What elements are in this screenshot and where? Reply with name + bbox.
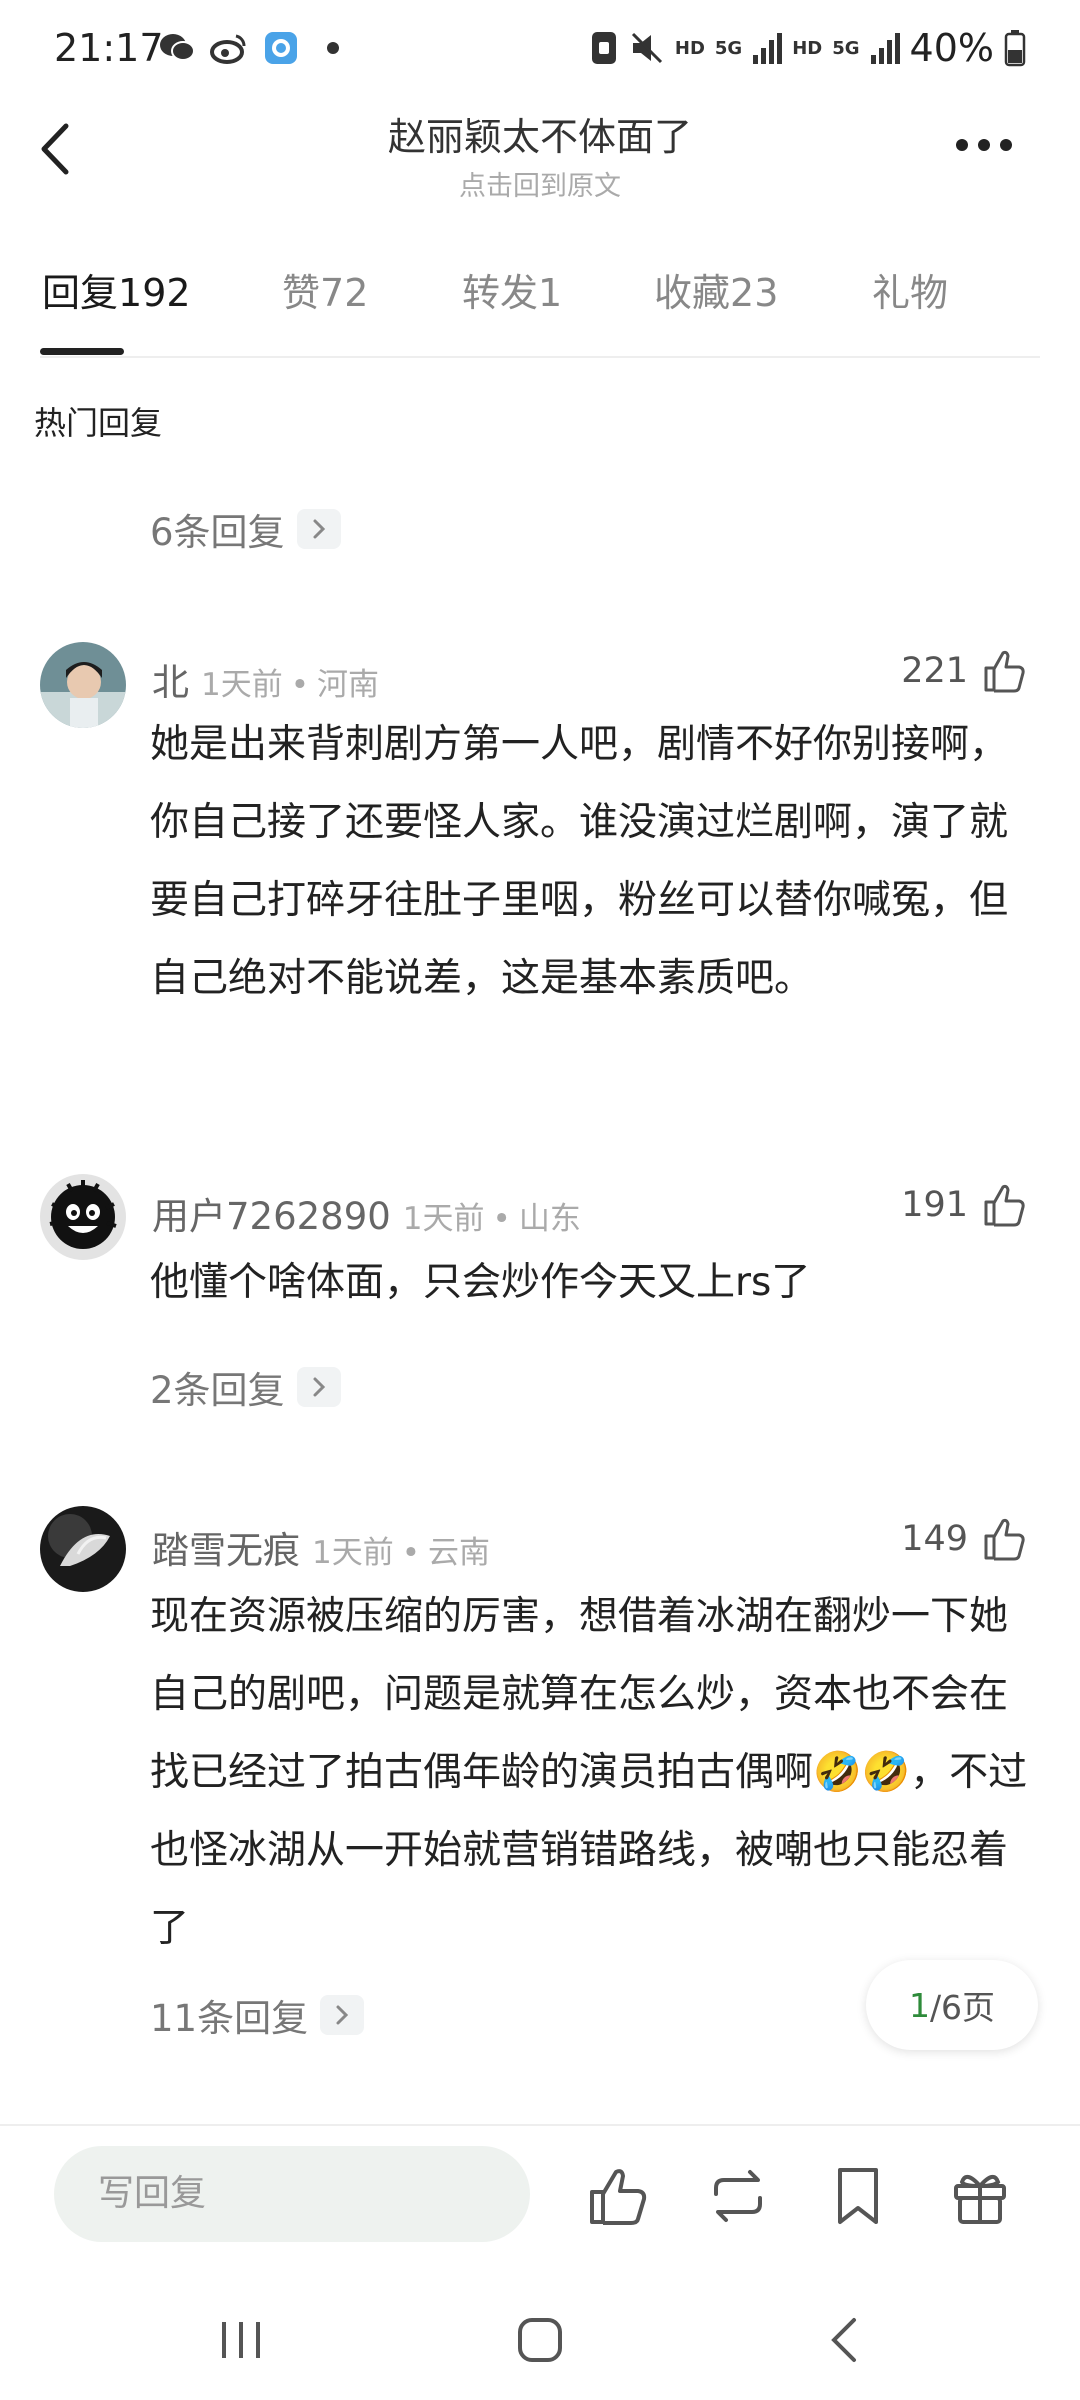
- comment-username[interactable]: 用户7262890 1天前 • 山东: [152, 1186, 581, 1240]
- 5g-label-2: 5G: [832, 37, 860, 59]
- meta-separator: •: [492, 1201, 511, 1237]
- dot-icon: [327, 42, 339, 54]
- repost-icon[interactable]: [706, 2164, 770, 2228]
- system-nav-bar: [0, 2270, 1080, 2400]
- chevron-right-icon: [296, 509, 341, 549]
- header: 赵丽颖太不体面了 点击回到原文: [0, 100, 1080, 210]
- view-replies-link[interactable]: 2条回复: [150, 1360, 341, 1414]
- status-right-icons: HD 5G HD 5G 40%: [589, 26, 1026, 70]
- battery-icon: [1004, 30, 1026, 67]
- sim-icon: [591, 32, 616, 64]
- tab-gifts-label: 礼物: [872, 271, 949, 315]
- tab-replies-label: 回复: [42, 271, 119, 315]
- view-replies-label: 11条回复: [150, 1997, 309, 2040]
- tab-likes-count: 72: [320, 271, 369, 315]
- comment-username[interactable]: 踏雪无痕 1天前 • 云南: [152, 1520, 490, 1574]
- recent-apps-icon[interactable]: [206, 2310, 276, 2370]
- comment-location: 云南: [428, 1535, 491, 1571]
- reply-input[interactable]: 写回复: [54, 2146, 530, 2242]
- tab-likes[interactable]: 赞72: [282, 262, 368, 317]
- tab-reposts-count: 1: [538, 271, 563, 315]
- comment-time: 1天前: [201, 667, 283, 703]
- tab-replies-count: 192: [118, 271, 191, 315]
- hot-replies-heading: 热门回复: [34, 404, 163, 442]
- weibo-icon: [210, 34, 246, 64]
- home-icon[interactable]: [505, 2310, 575, 2370]
- total-pages: /6页: [929, 1988, 996, 2027]
- thumbs-up-icon: [984, 650, 1025, 693]
- signal-icon-2: [870, 33, 900, 64]
- view-replies-link[interactable]: 6条回复: [150, 502, 341, 556]
- gift-icon[interactable]: [948, 2164, 1012, 2228]
- view-replies-label: 2条回复: [150, 1369, 285, 1412]
- tab-reposts-label: 转发: [462, 271, 539, 315]
- avatar[interactable]: [40, 1506, 126, 1592]
- wechat-icon: [160, 34, 195, 61]
- tab-bar: 回复192 赞72 转发1 收藏23 礼物: [40, 262, 1040, 358]
- comment-text: 现在资源被压缩的厉害，想借着冰湖在翻炒一下她自己的剧吧，问题是就算在怎么炒，资本…: [150, 1594, 1028, 1951]
- signal-icon: [753, 33, 783, 64]
- tab-replies[interactable]: 回复192: [42, 262, 191, 317]
- current-page: 1: [908, 1985, 930, 2025]
- like-count: 221: [901, 651, 968, 691]
- active-tab-indicator: [40, 348, 124, 355]
- tab-likes-label: 赞: [282, 271, 321, 315]
- status-bar: 21:17 HD 5G HD 5G 40%: [0, 0, 1080, 100]
- bottom-action-bar: 写回复: [0, 2124, 1080, 2270]
- thumbs-up-icon: [984, 1518, 1025, 1561]
- pagination-indicator[interactable]: 1/6页: [866, 1960, 1038, 2050]
- comment-text: 她是出来背刺剧方第一人吧，剧情不好你别接啊，你自己接了还要怪人家。谁没演过烂剧啊…: [150, 722, 1009, 1001]
- tab-favorites-label: 收藏: [654, 271, 731, 315]
- like-post-icon[interactable]: [586, 2164, 650, 2228]
- comment-location: 山东: [518, 1201, 581, 1237]
- tab-reposts[interactable]: 转发1: [462, 262, 562, 317]
- like-count: 191: [901, 1185, 968, 1225]
- hd-label-2: HD: [792, 37, 823, 59]
- comment-location: 河南: [317, 667, 380, 703]
- chevron-right-icon: [320, 1995, 365, 2035]
- like-button[interactable]: 221: [901, 648, 1026, 694]
- tab-favorites-count: 23: [730, 271, 779, 315]
- meta-separator: •: [401, 1535, 421, 1571]
- avatar[interactable]: [40, 642, 126, 728]
- like-count: 149: [901, 1519, 968, 1559]
- like-button[interactable]: 149: [901, 1516, 1026, 1562]
- back-to-original-link[interactable]: 点击回到原文: [0, 164, 1080, 203]
- comment-text: 他懂个啥体面，只会炒作今天又上rs了: [150, 1260, 811, 1305]
- meta-separator: •: [290, 667, 310, 703]
- view-replies-label: 6条回复: [150, 511, 285, 554]
- comment-time: 1天前: [312, 1535, 394, 1571]
- like-button[interactable]: 191: [901, 1182, 1026, 1228]
- battery-percent: 40%: [909, 26, 994, 70]
- thumbs-up-icon: [984, 1184, 1025, 1227]
- status-left-icons: [158, 30, 352, 66]
- avatar[interactable]: [40, 1174, 126, 1260]
- chevron-right-icon: [296, 1367, 341, 1407]
- username-text: 踏雪无痕: [152, 1529, 300, 1572]
- tab-gifts[interactable]: 礼物: [872, 262, 948, 317]
- hd-label-1: HD: [674, 37, 705, 59]
- page-title: 赵丽颖太不体面了: [387, 115, 692, 159]
- bookmark-icon[interactable]: [826, 2164, 890, 2228]
- username-text: 北: [152, 661, 189, 704]
- username-text: 用户7262890: [152, 1195, 391, 1238]
- status-time: 21:17: [54, 26, 164, 70]
- comment-username[interactable]: 北 1天前 • 河南: [152, 652, 379, 706]
- back-nav-icon[interactable]: [810, 2310, 880, 2370]
- more-options-icon[interactable]: [956, 130, 1026, 160]
- mute-icon: [631, 32, 662, 64]
- tab-favorites[interactable]: 收藏23: [654, 262, 778, 317]
- view-replies-link[interactable]: 11条回复: [150, 1988, 365, 2042]
- 5g-label-1: 5G: [714, 37, 743, 59]
- browser-icon: [265, 32, 297, 64]
- comment-time: 1天前: [402, 1201, 485, 1237]
